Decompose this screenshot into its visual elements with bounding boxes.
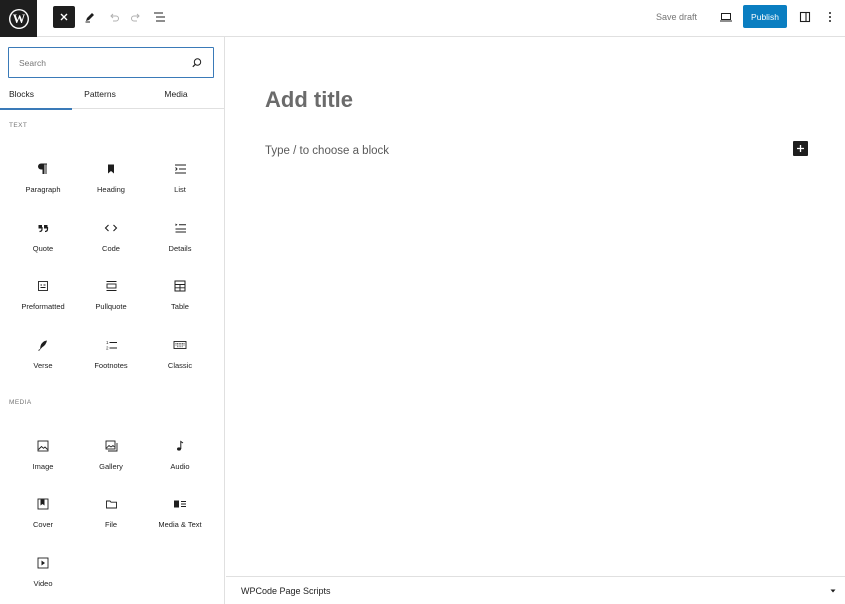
- block-inserter-panel: Blocks Patterns Media TEXT Paragraph Hea…: [0, 37, 225, 604]
- laptop-icon: [720, 13, 732, 22]
- save-draft-button[interactable]: Save draft: [656, 12, 697, 22]
- block-file[interactable]: File: [77, 486, 145, 536]
- paragraph-icon: [35, 161, 51, 177]
- post-title-field[interactable]: Add title: [265, 87, 353, 113]
- plus-icon: [797, 145, 804, 152]
- tab-blocks[interactable]: Blocks: [0, 81, 72, 110]
- close-icon: [60, 13, 68, 21]
- block-footnotes[interactable]: 12 Footnotes: [77, 327, 145, 377]
- block-label: Quote: [32, 244, 54, 253]
- block-heading[interactable]: Heading: [77, 151, 145, 201]
- svg-text:W: W: [12, 12, 25, 26]
- block-label: Code: [102, 244, 120, 253]
- redo-icon: [131, 13, 140, 22]
- block-media-text[interactable]: Media & Text: [146, 486, 214, 536]
- code-icon: [103, 220, 119, 236]
- section-label-text: TEXT: [9, 122, 28, 129]
- sidebar-toggle-icon: [799, 11, 811, 23]
- redo-button[interactable]: [125, 6, 147, 28]
- default-block-appender[interactable]: Type / to choose a block: [265, 145, 389, 157]
- block-search: [8, 47, 214, 78]
- block-label: Preformatted: [21, 302, 65, 311]
- preformatted-icon: [35, 278, 51, 294]
- editor-canvas: Add title Type / to choose a block: [226, 37, 845, 576]
- block-paragraph[interactable]: Paragraph: [9, 151, 77, 201]
- block-label: Details: [168, 244, 192, 253]
- tab-patterns[interactable]: Patterns: [72, 81, 128, 109]
- pullquote-icon: [103, 278, 119, 294]
- block-classic[interactable]: Classic: [146, 327, 214, 377]
- block-table[interactable]: Table: [146, 268, 214, 318]
- block-label: Footnotes: [94, 361, 128, 370]
- editor-top-toolbar: W Save draft Publish: [0, 0, 845, 37]
- preview-button[interactable]: [715, 6, 737, 28]
- block-label: Heading: [97, 185, 125, 194]
- block-label: Verse: [33, 361, 53, 370]
- list-view-icon: [154, 12, 165, 22]
- block-label: Classic: [167, 361, 193, 370]
- options-menu-button[interactable]: [819, 6, 841, 28]
- keyboard-icon: [172, 337, 188, 353]
- caret-down-icon: [830, 589, 836, 593]
- block-preformatted[interactable]: Preformatted: [9, 268, 77, 318]
- block-label: Image: [32, 462, 54, 471]
- meta-box-title: WPCode Page Scripts: [241, 586, 331, 596]
- folder-icon: [103, 496, 119, 512]
- pen-icon: [85, 13, 94, 23]
- quote-icon: [35, 220, 51, 236]
- block-list[interactable]: List: [146, 151, 214, 201]
- block-label: Gallery: [99, 462, 123, 471]
- block-pullquote[interactable]: Pullquote: [77, 268, 145, 318]
- publish-button[interactable]: Publish: [743, 5, 787, 28]
- undo-icon: [110, 13, 119, 22]
- meta-box-panel[interactable]: WPCode Page Scripts: [226, 576, 845, 604]
- tab-media[interactable]: Media: [150, 81, 202, 109]
- details-icon: [172, 220, 188, 236]
- block-label: File: [104, 520, 118, 529]
- block-label: Media & Text: [158, 520, 202, 529]
- block-image[interactable]: Image: [9, 428, 77, 478]
- document-overview-button[interactable]: [149, 6, 171, 28]
- block-gallery[interactable]: Gallery: [77, 428, 145, 478]
- block-cover[interactable]: Cover: [9, 486, 77, 536]
- more-vertical-icon: [829, 12, 831, 22]
- search-icon: [192, 58, 202, 68]
- media-text-icon: [172, 496, 188, 512]
- image-icon: [35, 438, 51, 454]
- block-label: Video: [33, 579, 53, 588]
- cover-icon: [35, 496, 51, 512]
- section-label-media: MEDIA: [9, 399, 32, 406]
- block-label: Table: [171, 302, 189, 311]
- list-icon: [172, 161, 188, 177]
- settings-sidebar-button[interactable]: [794, 6, 816, 28]
- video-play-icon: [35, 555, 51, 571]
- svg-text:1: 1: [106, 340, 109, 345]
- search-input[interactable]: [9, 48, 189, 77]
- tools-button[interactable]: [79, 6, 101, 28]
- undo-button[interactable]: [103, 6, 125, 28]
- gallery-icon: [103, 438, 119, 454]
- block-quote[interactable]: Quote: [9, 210, 77, 260]
- heading-bookmark-icon: [103, 161, 119, 177]
- add-block-button[interactable]: [793, 141, 808, 156]
- block-audio[interactable]: Audio: [146, 428, 214, 478]
- close-inserter-button[interactable]: [53, 6, 75, 28]
- table-icon: [172, 278, 188, 294]
- block-label: Cover: [32, 520, 53, 529]
- audio-note-icon: [172, 438, 188, 454]
- inserter-tabs: Blocks Patterns Media: [0, 81, 224, 110]
- block-details[interactable]: Details: [146, 210, 214, 260]
- svg-text:2: 2: [106, 346, 109, 351]
- block-video[interactable]: Video: [9, 545, 77, 595]
- block-label: List: [174, 185, 186, 194]
- wordpress-logo-icon[interactable]: W: [0, 0, 37, 37]
- verse-quill-icon: [35, 337, 51, 353]
- block-label: Audio: [170, 462, 190, 471]
- block-code[interactable]: Code: [77, 210, 145, 260]
- block-label: Paragraph: [25, 185, 61, 194]
- block-verse[interactable]: Verse: [9, 327, 77, 377]
- footnotes-icon: 12: [103, 337, 119, 353]
- block-label: Pullquote: [95, 302, 127, 311]
